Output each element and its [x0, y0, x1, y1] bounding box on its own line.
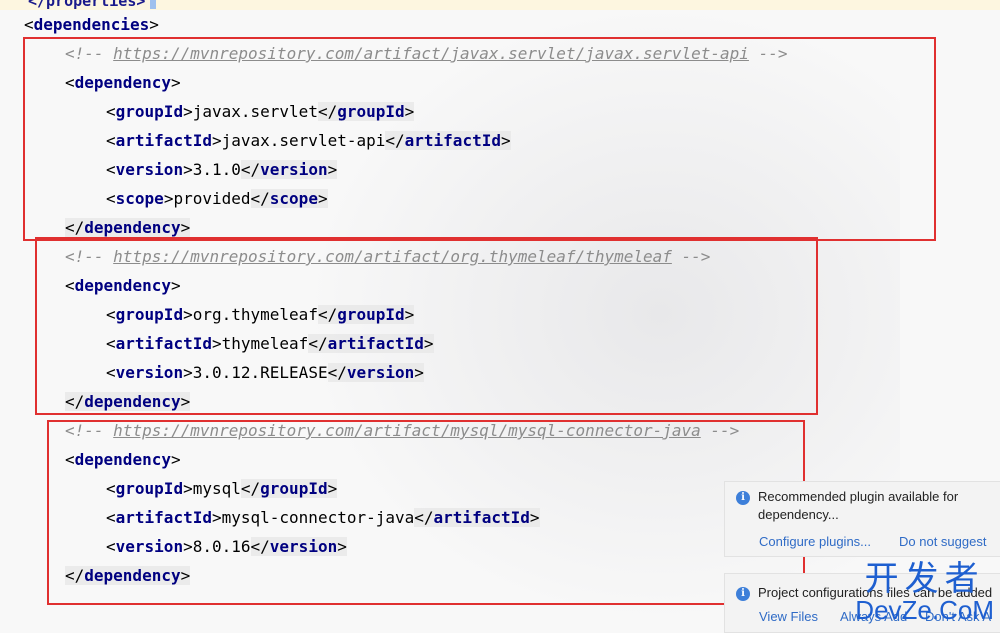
info-icon: i — [736, 587, 750, 601]
highlight-box-servlet — [23, 37, 936, 241]
configure-plugins-link[interactable]: Configure plugins... — [759, 534, 871, 549]
plugin-notification[interactable]: i Recommended plugin available for depen… — [724, 481, 1000, 557]
highlight-box-mysql — [47, 420, 805, 605]
highlight-box-thymeleaf — [35, 237, 818, 415]
dependencies-open-line: <dependencies> — [24, 15, 159, 34]
info-icon: i — [736, 491, 750, 505]
view-files-link[interactable]: View Files — [759, 609, 818, 624]
previous-line-strip: </properties> — [0, 0, 1000, 10]
xml-tag-name: dependencies — [33, 15, 150, 34]
watermark-cn: 开发者 — [864, 559, 985, 599]
plugin-notification-message: Recommended plugin available for depende… — [758, 489, 959, 522]
previous-line-text: </properties> — [28, 0, 146, 10]
text-caret — [150, 0, 156, 9]
do-not-suggest-link[interactable]: Do not suggest — [899, 534, 986, 549]
watermark-en: DevZe.CoM — [855, 595, 994, 625]
site-watermark: 开发者 DevZe.CoM — [855, 561, 994, 623]
